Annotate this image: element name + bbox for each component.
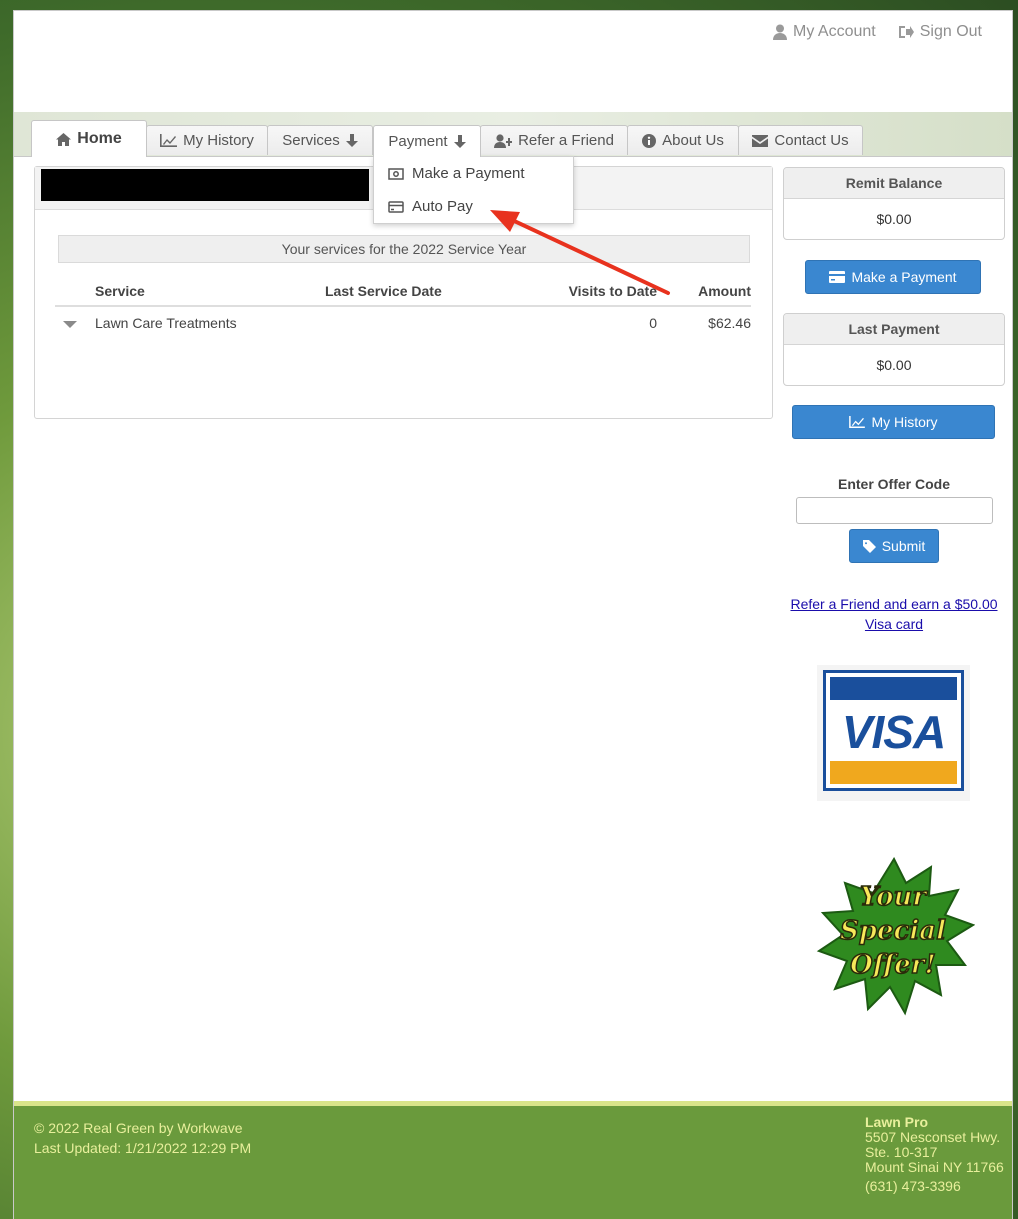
footer-company-name: Lawn Pro xyxy=(865,1114,929,1130)
tab-contact-label: Contact Us xyxy=(774,132,849,149)
info-icon xyxy=(642,133,657,148)
my-history-button[interactable]: My History xyxy=(792,405,995,439)
submit-label: Submit xyxy=(881,538,926,554)
remit-balance-title: Remit Balance xyxy=(784,168,1004,199)
main-nav: Home My History Services Payment Refer a… xyxy=(14,112,1012,157)
offer-code-label: Enter Offer Code xyxy=(837,476,950,492)
envelope-icon xyxy=(752,134,769,147)
col-last-service-date: Last Service Date xyxy=(325,277,525,307)
last-payment-title: Last Payment xyxy=(784,314,1004,345)
footer-address-line1: 5507 Nesconset Hwy. xyxy=(865,1129,1001,1145)
tab-about-us[interactable]: About Us xyxy=(627,125,739,155)
col-visits-to-date: Visits to Date xyxy=(525,277,657,307)
footer-company-address: Lawn Pro 5507 Nesconset Hwy. Ste. 10-317… xyxy=(865,1115,1004,1194)
account-links: My Account Sign Out xyxy=(773,23,982,41)
sign-out-link[interactable]: Sign Out xyxy=(898,23,982,41)
footer-info: © 2022 Real Green by Workwave Last Updat… xyxy=(34,1118,251,1158)
cell-service: Lawn Care Treatments xyxy=(95,315,237,331)
visa-card-image: VISA xyxy=(817,665,970,801)
visa-logo-text: VISA xyxy=(841,706,946,758)
refer-link-line2: Visa card xyxy=(864,616,924,632)
cell-visits: 0 xyxy=(649,315,657,331)
remit-balance-box: Remit Balance $0.00 xyxy=(783,167,1005,240)
footer-phone: (631) 473-3396 xyxy=(865,1178,961,1194)
user-icon xyxy=(773,24,788,40)
make-payment-button[interactable]: Make a Payment xyxy=(805,260,981,294)
redacted-block xyxy=(41,169,369,201)
my-account-label: My Account xyxy=(793,23,876,40)
table-header-row: Service Last Service Date Visits to Date… xyxy=(55,277,751,307)
last-payment-box: Last Payment $0.00 xyxy=(783,313,1005,386)
sign-out-label: Sign Out xyxy=(919,23,982,40)
credit-card-icon xyxy=(388,200,404,213)
visa-blue-band xyxy=(830,677,957,700)
special-line3: Offer! xyxy=(850,950,936,980)
menu-auto-pay-label: Auto Pay xyxy=(412,198,473,215)
tab-services-label: Services xyxy=(282,132,340,149)
tag-icon xyxy=(862,539,876,553)
caret-down-icon xyxy=(63,321,77,328)
last-payment-value: $0.00 xyxy=(876,357,912,373)
menu-item-auto-pay[interactable]: Auto Pay xyxy=(374,190,573,223)
footer: © 2022 Real Green by Workwave Last Updat… xyxy=(14,1101,1012,1219)
refer-link-line1: Refer a Friend and earn a $50.00 xyxy=(790,596,998,612)
col-service: Service xyxy=(95,277,325,307)
home-icon xyxy=(56,132,72,146)
menu-item-make-a-payment[interactable]: Make a Payment xyxy=(374,157,573,190)
visa-gold-band xyxy=(830,761,957,784)
visa-card-frame: VISA xyxy=(823,670,964,791)
services-table: Service Last Service Date Visits to Date… xyxy=(55,277,751,339)
tab-home[interactable]: Home xyxy=(31,120,147,157)
credit-card-icon xyxy=(829,271,846,283)
footer-last-updated: Last Updated: 1/21/2022 12:29 PM xyxy=(34,1140,252,1156)
sign-out-icon xyxy=(898,26,914,38)
special-offer-badge[interactable]: Your Special Offer! xyxy=(813,857,975,1017)
footer-address-line3: Mount Sinai NY 11766 xyxy=(865,1159,1004,1175)
refer-friend-link[interactable]: Refer a Friend and earn a $50.00 Visa ca… xyxy=(783,594,1005,634)
tab-refer-label: Refer a Friend xyxy=(518,132,614,149)
service-year-banner: Your services for the 2022 Service Year xyxy=(58,235,750,263)
footer-address-line2: Ste. 10-317 xyxy=(865,1144,938,1160)
tab-contact-us[interactable]: Contact Us xyxy=(738,125,863,155)
page: My Account Sign Out Home My History Serv… xyxy=(13,10,1013,1219)
special-line1: Your xyxy=(860,882,929,912)
my-history-label: My History xyxy=(871,414,938,430)
my-account-link[interactable]: My Account xyxy=(773,23,876,41)
offer-code-input[interactable] xyxy=(796,497,993,524)
tab-services[interactable]: Services xyxy=(267,125,373,155)
tab-refer-a-friend[interactable]: Refer a Friend xyxy=(480,125,628,155)
money-icon xyxy=(388,167,404,180)
footer-copyright: © 2022 Real Green by Workwave xyxy=(34,1120,243,1136)
tab-my-history[interactable]: My History xyxy=(146,125,268,155)
tab-home-label: Home xyxy=(77,130,122,147)
tab-payment-label: Payment xyxy=(388,133,448,150)
chart-icon xyxy=(849,416,866,428)
tab-about-label: About Us xyxy=(662,132,724,149)
make-payment-label: Make a Payment xyxy=(851,269,957,285)
row-expand-toggle[interactable] xyxy=(55,306,95,339)
special-line2: Special xyxy=(840,916,946,946)
payment-dropdown-menu: Make a Payment Auto Pay xyxy=(373,156,574,224)
table-row: Lawn Care Treatments 0 $62.46 xyxy=(55,306,751,339)
cell-amount: $62.46 xyxy=(708,315,751,331)
tab-payment[interactable]: Payment xyxy=(373,125,481,157)
user-plus-icon xyxy=(494,133,513,148)
submit-offer-button[interactable]: Submit xyxy=(849,529,939,563)
remit-balance-value: $0.00 xyxy=(876,211,912,227)
col-amount: Amount xyxy=(657,277,751,307)
menu-make-payment-label: Make a Payment xyxy=(412,165,525,182)
expander-column xyxy=(55,277,95,307)
chart-icon xyxy=(160,134,178,147)
arrow-down-icon xyxy=(453,135,466,148)
arrow-down-icon xyxy=(345,134,358,147)
cell-last-date xyxy=(325,306,525,339)
tab-my-history-label: My History xyxy=(183,132,254,149)
